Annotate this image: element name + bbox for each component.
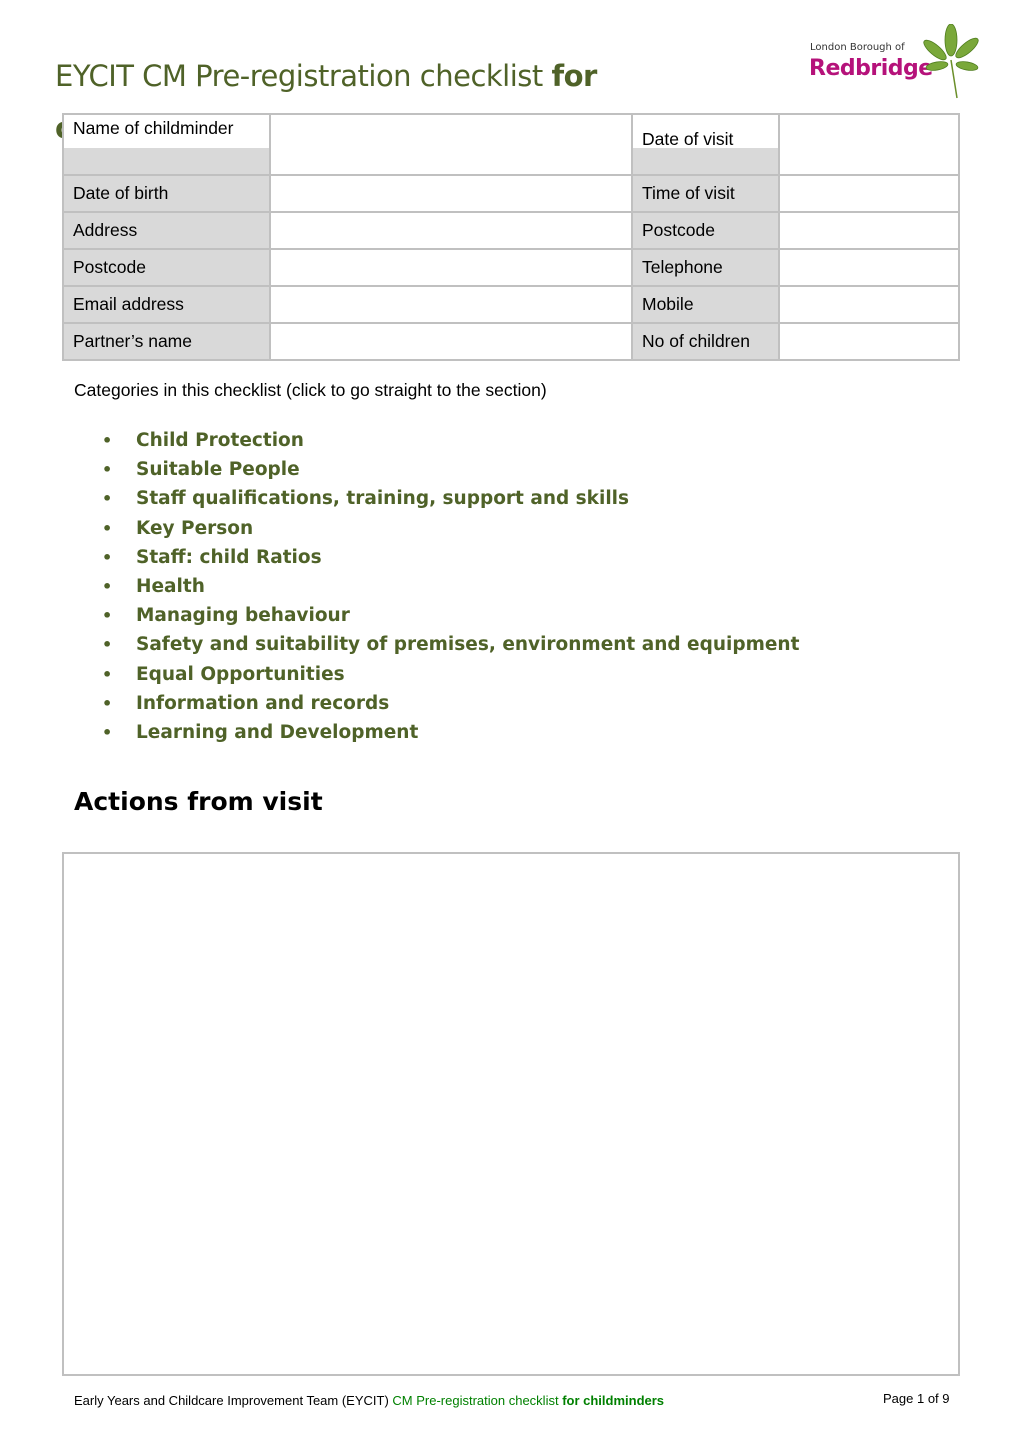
telephone-label: Telephone <box>631 248 780 287</box>
no-of-children-field[interactable] <box>778 322 960 361</box>
category-link-key-person[interactable]: • Key Person <box>74 516 799 545</box>
redbridge-logo: London Borough of Redbridge <box>805 24 995 104</box>
postcode-field-left[interactable] <box>269 248 633 287</box>
categories-list: • Child Protection • Suitable People • Staf… <box>74 428 799 749</box>
category-label: Suitable People <box>136 459 300 481</box>
date-of-visit-field[interactable] <box>778 113 960 176</box>
partners-name-label: Partner’s name <box>62 322 271 361</box>
actions-text-box[interactable] <box>62 852 960 1376</box>
date-of-birth-field[interactable] <box>269 174 633 213</box>
bullet-icon: • <box>102 518 113 538</box>
footer-doc-title-bold: for childminders <box>562 1393 665 1408</box>
table-row: Partner’s name No of children <box>62 322 960 361</box>
name-of-childminder-label: Name of childminder <box>62 113 271 176</box>
postcode-field-right[interactable] <box>778 211 960 250</box>
category-link-child-protection[interactable]: • Child Protection <box>74 428 799 457</box>
time-of-visit-field[interactable] <box>778 174 960 213</box>
bullet-icon: • <box>102 576 113 596</box>
chestnut-leaf-icon <box>923 24 979 99</box>
category-link-staff-qualifications[interactable]: • Staff qualifications, training, support… <box>74 486 799 515</box>
bullet-icon: • <box>102 547 113 567</box>
category-label: Key Person <box>136 517 254 539</box>
table-row: Address Postcode <box>62 211 960 250</box>
table-row: Name of childminder Date of visit <box>62 113 960 176</box>
table-row: Date of birth Time of visit <box>62 174 960 213</box>
category-link-safety-premises[interactable]: • Safety and suitability of premises, env… <box>74 632 799 661</box>
category-label: Safety and suitability of premises, envi… <box>136 634 800 656</box>
address-field[interactable] <box>269 211 633 250</box>
category-link-health[interactable]: • Health <box>74 574 799 603</box>
footer-team: Early Years and Childcare Improvement Te… <box>74 1393 393 1408</box>
postcode-label-right: Postcode <box>631 211 780 250</box>
category-label: Child Protection <box>136 430 304 451</box>
category-label: Staff: child Ratios <box>136 546 322 568</box>
bullet-icon: • <box>102 606 113 626</box>
table-row: Email address Mobile <box>62 285 960 324</box>
category-label: Managing behaviour <box>136 605 350 627</box>
footer-doc-title: CM Pre-registration checklist <box>392 1393 563 1408</box>
bullet-icon: • <box>102 664 113 684</box>
mobile-label: Mobile <box>631 285 780 324</box>
page-number: Page 1 of 9 <box>883 1391 950 1406</box>
bullet-icon: • <box>102 635 113 655</box>
name-of-childminder-field[interactable] <box>269 113 633 176</box>
category-label: Health <box>136 575 205 597</box>
bullet-icon: • <box>102 722 113 742</box>
category-link-staff-child-ratios[interactable]: • Staff: child Ratios <box>74 545 799 574</box>
logo-line1: London Borough of <box>810 42 905 53</box>
mobile-field[interactable] <box>778 285 960 324</box>
categories-intro: Categories in this checklist (click to g… <box>74 380 547 400</box>
bullet-icon: • <box>102 431 113 450</box>
category-label: Learning and Development <box>136 721 419 743</box>
bullet-icon: • <box>102 489 113 509</box>
category-link-suitable-people[interactable]: • Suitable People <box>74 457 799 486</box>
category-link-equal-opportunities[interactable]: • Equal Opportunities <box>74 662 799 691</box>
category-link-learning-development[interactable]: • Learning and Development <box>74 720 799 749</box>
bullet-icon: • <box>102 460 113 480</box>
telephone-field[interactable] <box>778 248 960 287</box>
actions-heading: Actions from visit <box>74 787 323 816</box>
bullet-icon: • <box>102 693 113 713</box>
category-label: Equal Opportunities <box>136 663 345 685</box>
email-address-field[interactable] <box>269 285 633 324</box>
category-link-managing-behaviour[interactable]: • Managing behaviour <box>74 603 799 632</box>
address-label: Address <box>62 211 271 250</box>
childminder-info-table: Name of childminder Date of visit Date o… <box>62 113 960 361</box>
time-of-visit-label: Time of visit <box>631 174 780 213</box>
date-of-birth-label: Date of birth <box>62 174 271 213</box>
postcode-label-left: Postcode <box>62 248 271 287</box>
title-regular: EYCIT CM Pre-registration checklist <box>55 59 552 93</box>
page-footer: Early Years and Childcare Improvement Te… <box>74 1393 664 1408</box>
category-label: Staff qualifications, training, support … <box>136 488 630 510</box>
category-link-information-records[interactable]: • Information and records <box>74 691 799 720</box>
date-of-visit-label: Date of visit <box>631 113 780 176</box>
category-label: Information and records <box>136 692 390 714</box>
partners-name-field[interactable] <box>269 322 633 361</box>
email-address-label: Email address <box>62 285 271 324</box>
table-row: Postcode Telephone <box>62 248 960 287</box>
no-of-children-label: No of children <box>631 322 780 361</box>
